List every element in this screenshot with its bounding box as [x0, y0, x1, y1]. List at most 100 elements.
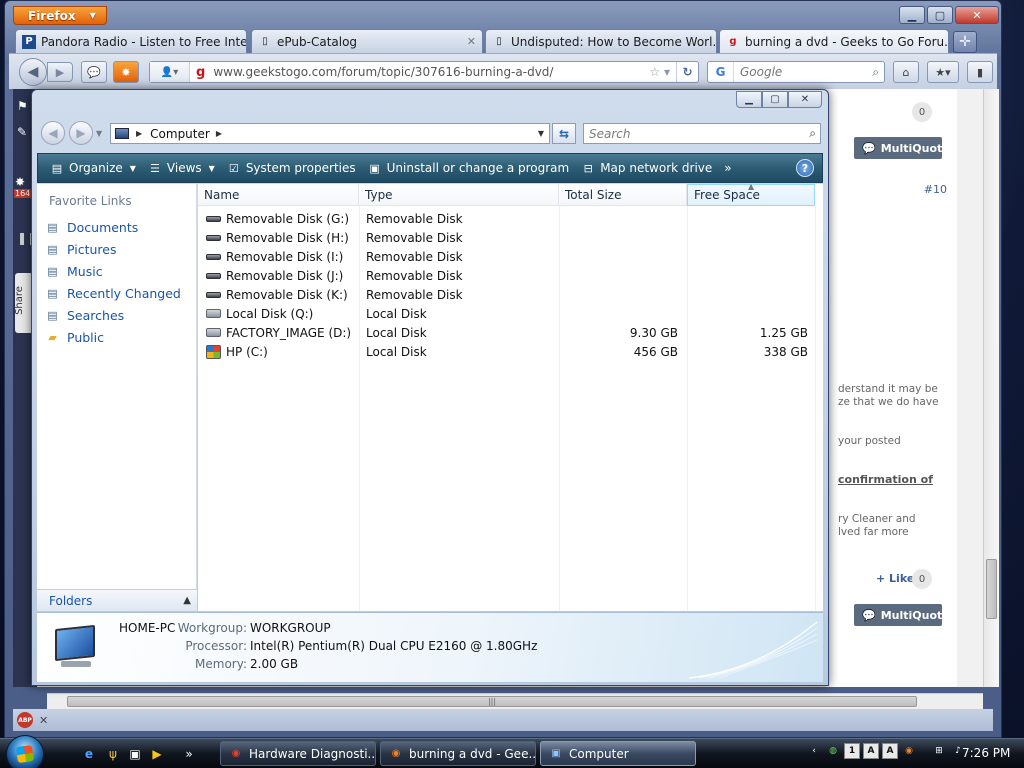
tray-app-icon[interactable]: ◉ [901, 743, 917, 759]
adblock-icon[interactable]: ABP [17, 712, 33, 728]
address-crumb-computer[interactable]: Computer [150, 127, 210, 141]
close-button[interactable]: ✕ [955, 6, 999, 24]
map-network-drive-button[interactable]: ⊟ Map network drive [575, 154, 718, 182]
search-icon[interactable]: ⌕ [809, 126, 816, 141]
favorite-link-searches[interactable]: ▤ Searches [45, 304, 181, 326]
table-row[interactable]: Removable Disk (H:) Removable Disk [198, 228, 823, 247]
maximize-button[interactable]: ▢ [927, 6, 953, 24]
tab-burning-a-dvd[interactable]: g burning a dvd - Geeks to Go Foru... ✕ [719, 29, 949, 53]
organize-button[interactable]: ▤ Organize ▼ [44, 154, 142, 182]
column-header-free-space[interactable]: Free Space ▲ [687, 182, 815, 206]
tab-epub-catalog[interactable]: ▯ ePub-Catalog ✕ [251, 29, 483, 53]
table-row[interactable]: HP (C:) Local Disk 456 GB 338 GB [198, 342, 823, 361]
chat-button[interactable]: 💬 [81, 61, 107, 83]
search-input[interactable]: Search ⌕ [583, 123, 821, 144]
bookmark-star-icon[interactable]: ☆ ▾ [649, 65, 670, 79]
forward-button[interactable]: ▶ [47, 62, 73, 82]
favorite-link-public[interactable]: ▰ Public [45, 326, 181, 348]
table-row[interactable]: Removable Disk (G:) Removable Disk [198, 209, 823, 228]
more-commands-button[interactable]: » [718, 154, 737, 182]
favorite-link-pictures[interactable]: ▤ Pictures [45, 238, 181, 260]
chevron-down-icon[interactable]: ▼ [533, 129, 549, 138]
close-icon[interactable]: ✕ [39, 714, 48, 727]
reload-button[interactable]: ↻ [676, 62, 698, 82]
security-icon[interactable]: ◍ [825, 743, 841, 759]
internet-explorer-icon[interactable]: e [80, 745, 98, 763]
clock[interactable]: 7:26 PM [962, 746, 1010, 760]
drive-free-space [688, 266, 808, 285]
taskbar-button-hardware-diagnostics[interactable]: ◉ Hardware Diagnosti... [220, 741, 376, 766]
firefox-menu-button[interactable]: Firefox ▼ [13, 6, 107, 25]
url-text[interactable]: www.geekstogo.com/forum/topic/307616-bur… [213, 65, 649, 79]
tray-keyboard-indicator[interactable]: A [882, 743, 898, 759]
chevron-right-icon[interactable]: ▶ [136, 129, 142, 138]
refresh-button[interactable]: ⇆ [552, 123, 576, 144]
table-row[interactable]: Local Disk (Q:) Local Disk [198, 304, 823, 323]
tab-close-icon[interactable]: ✕ [467, 35, 476, 48]
quick-launch-more[interactable]: » [180, 745, 198, 763]
tray-expand-chevron[interactable]: ‹ [806, 743, 822, 759]
search-bar[interactable]: G Google ⌕ [707, 61, 885, 83]
post-link[interactable]: confirmation of [838, 473, 933, 486]
addon-button[interactable]: ✸ [113, 61, 139, 83]
favorite-link-recently-changed[interactable]: ▤ Recently Changed [45, 282, 181, 304]
table-row[interactable]: Removable Disk (I:) Removable Disk [198, 247, 823, 266]
vertical-scrollbar[interactable] [983, 89, 999, 687]
tray-keyboard-indicator[interactable]: 1 [844, 743, 860, 759]
uninstall-program-button[interactable]: ▣ Uninstall or change a program [362, 154, 576, 182]
bookmark-icon[interactable]: ✸ [15, 175, 25, 189]
bookmarks-menu-button[interactable]: ★▾ [927, 61, 959, 83]
minimize-button[interactable]: ▁ [736, 91, 762, 108]
tools-icon[interactable]: ✎ [17, 125, 27, 139]
table-row[interactable]: Removable Disk (K:) Removable Disk [198, 285, 823, 304]
folders-toggle[interactable]: Folders ▲ [37, 589, 197, 611]
column-header-total-size[interactable]: Total Size [559, 184, 687, 206]
back-button[interactable]: ◀ [41, 121, 65, 145]
tray-keyboard-indicator[interactable]: A [863, 743, 879, 759]
system-properties-button[interactable]: ☑ System properties [221, 154, 362, 182]
table-row[interactable]: Removable Disk (J:) Removable Disk [198, 266, 823, 285]
start-button[interactable] [6, 735, 44, 768]
table-row[interactable]: FACTORY_IMAGE (D:) Local Disk 9.30 GB 1.25 … [198, 323, 823, 342]
like-button[interactable]: + Like [876, 572, 914, 585]
sidebar-button[interactable]: ▮ [967, 61, 993, 83]
home-button[interactable]: ⌂ [893, 61, 919, 83]
google-engine-icon[interactable]: G [708, 62, 734, 82]
taskbar-button-computer[interactable]: ▣ Computer [540, 741, 696, 766]
social-icon[interactable]: ⚑ [17, 99, 28, 113]
address-bar[interactable]: ▶ Computer ▶ ▼ [110, 123, 550, 144]
multiquote-button[interactable]: 💬 MultiQuote [854, 137, 950, 159]
post-number[interactable]: #10 [924, 183, 947, 196]
tab-pandora[interactable]: P Pandora Radio - Listen to Free Inte...… [15, 29, 247, 53]
scrollbar-thumb[interactable] [986, 559, 997, 619]
favorite-link-music[interactable]: ▤ Music [45, 260, 181, 282]
column-header-name[interactable]: Name [198, 184, 359, 206]
close-button[interactable]: ✕ [788, 91, 822, 108]
help-button[interactable]: ? [796, 159, 814, 177]
site-identity-button[interactable]: 👤▾ [150, 62, 190, 82]
search-icon[interactable]: ⌕ [872, 65, 879, 80]
chevron-right-icon[interactable]: ▶ [216, 129, 222, 138]
tab-undisputed[interactable]: ▯ Undisputed: How to Become Worl... ✕ [485, 29, 717, 53]
favorite-link-documents[interactable]: ▤ Documents [45, 216, 181, 238]
network-icon[interactable]: ⊞ [931, 743, 947, 759]
views-button[interactable]: ☰ Views ▼ [142, 154, 221, 182]
column-header-type[interactable]: Type [359, 184, 559, 206]
new-tab-button[interactable]: ✛ [953, 31, 977, 53]
quick-launch-app-icon[interactable]: ψ [104, 745, 122, 763]
multiquote-button[interactable]: 💬 MultiQuote [854, 604, 950, 626]
scrollbar-thumb[interactable]: ||| [67, 696, 917, 707]
history-dropdown-icon[interactable]: ▼ [96, 129, 102, 138]
forward-button[interactable]: ▶ [69, 121, 93, 145]
minimize-button[interactable]: ▁ [899, 6, 925, 24]
favorite-link-label: Pictures [67, 241, 117, 257]
taskbar-button-label: Computer [569, 746, 629, 761]
horizontal-scrollbar[interactable]: ||| [47, 693, 983, 709]
maximize-button[interactable]: ▢ [762, 91, 788, 108]
show-desktop-icon[interactable]: ▣ [126, 745, 144, 763]
url-bar[interactable]: 👤▾ g www.geekstogo.com/forum/topic/30761… [149, 61, 699, 83]
taskbar-button-firefox[interactable]: ◉ burning a dvd - Gee... [380, 741, 536, 766]
back-button[interactable]: ◀ [19, 58, 47, 86]
processor-label: Processor: [185, 639, 247, 653]
media-player-icon[interactable]: ▶ [148, 745, 166, 763]
